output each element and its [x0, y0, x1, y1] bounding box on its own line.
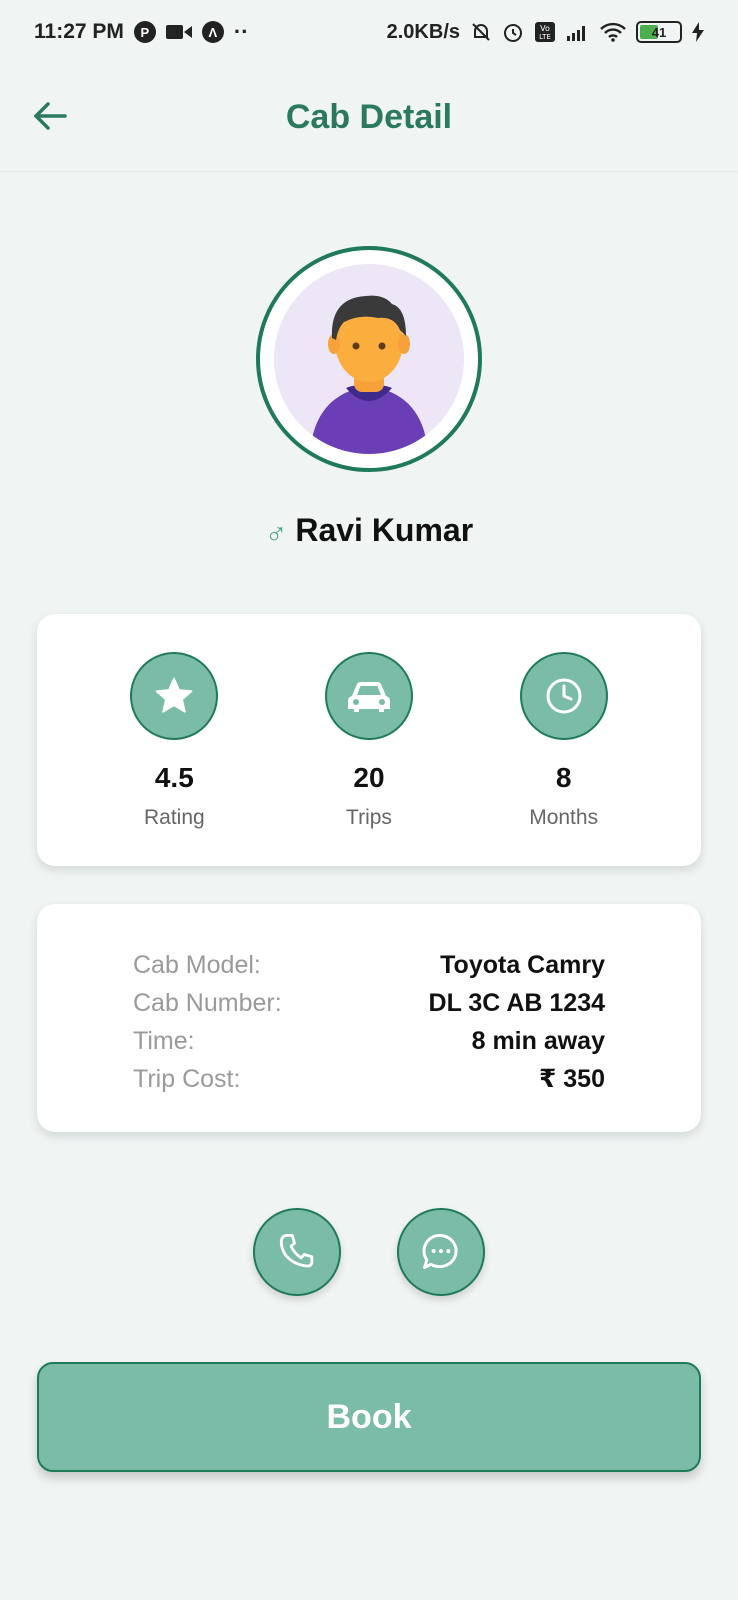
detail-value: Toyota Camry: [440, 950, 605, 979]
male-gender-icon: ♂: [264, 518, 288, 551]
detail-label: Trip Cost:: [133, 1064, 241, 1093]
detail-row-cab-model: Cab Model: Toyota Camry: [133, 946, 605, 984]
car-icon: [324, 652, 413, 740]
more-notifications-icon: ··: [233, 19, 249, 44]
detail-value: DL 3C AB 1234: [428, 988, 605, 1017]
driver-name-row: ♂ Ravi Kumar: [0, 508, 738, 552]
avatar-illustration: [274, 264, 464, 454]
detail-row-cab-number: Cab Number: DL 3C AB 1234: [133, 984, 605, 1022]
message-icon: [422, 1234, 458, 1270]
wifi-icon: [600, 22, 626, 42]
stat-label: Trips: [346, 806, 392, 829]
clock-icon: [519, 652, 608, 740]
message-button[interactable]: [397, 1208, 485, 1296]
detail-value: ₹ 350: [538, 1065, 605, 1093]
phone-icon: [279, 1233, 314, 1268]
detail-label: Time:: [133, 1026, 195, 1055]
driver-stats-card: 4.5 Rating 20 Trips 8 Months: [37, 614, 701, 866]
driver-name: Ravi Kumar: [295, 511, 474, 548]
stat-rating: 4.5 Rating: [94, 652, 254, 866]
app-header: Cab Detail: [0, 64, 738, 172]
call-button[interactable]: [253, 1208, 341, 1296]
status-right: 2.0KB/s Vo LTE 41: [387, 21, 704, 44]
stat-value: 4.5: [154, 762, 194, 793]
network-speed: 2.0KB/s: [386, 20, 460, 43]
person-icon: [310, 295, 428, 454]
stat-trips: 20 Trips: [289, 652, 449, 866]
detail-row-time: Time: 8 min away: [133, 1022, 605, 1060]
detail-value: 8 min away: [471, 1026, 605, 1055]
detail-label: Cab Model:: [133, 950, 261, 979]
app-notification-icon: P: [133, 21, 156, 43]
stat-label: Months: [529, 806, 599, 829]
star-icon: [130, 652, 219, 740]
app-a-icon: Λ: [201, 21, 224, 43]
battery-icon: 41: [636, 21, 682, 43]
status-left: 11:27 PM P Λ ··: [34, 19, 249, 45]
page-title: Cab Detail: [285, 98, 453, 136]
alarm-icon: [502, 21, 524, 43]
detail-row-trip-cost: Trip Cost: ₹ 350: [133, 1060, 605, 1098]
mute-bell-icon: [470, 21, 492, 43]
status-bar: 11:27 PM P Λ ·· 2.0KB/s Vo LTE 41: [0, 0, 738, 64]
charging-icon: [692, 22, 704, 42]
stat-label: Rating: [143, 806, 205, 829]
detail-label: Cab Number:: [133, 988, 282, 1017]
video-camera-icon: [165, 23, 192, 41]
battery-level: 41: [651, 24, 667, 40]
cab-details-card: Cab Model: Toyota Camry Cab Number: DL 3…: [37, 904, 701, 1132]
svg-text:Vo: Vo: [540, 24, 550, 33]
status-time: 11:27 PM: [34, 20, 124, 43]
book-button[interactable]: Book: [37, 1362, 701, 1472]
back-button[interactable]: [30, 96, 70, 136]
stat-value: 8: [555, 762, 572, 793]
stat-value: 20: [353, 762, 385, 793]
arrow-left-icon: [34, 102, 67, 130]
driver-avatar: [256, 246, 482, 472]
signal-icon: [566, 22, 590, 42]
stat-months: 8 Months: [484, 652, 644, 866]
volte-icon: Vo LTE: [534, 21, 556, 43]
svg-text:LTE: LTE: [539, 33, 551, 41]
